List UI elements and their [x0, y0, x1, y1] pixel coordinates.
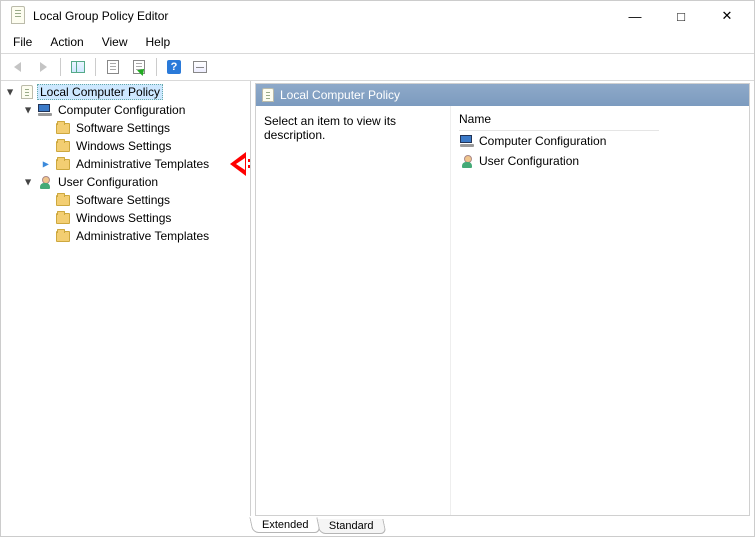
tree-label: Computer Configuration — [55, 103, 188, 117]
tree-root-local-computer-policy[interactable]: Local Computer Policy — [1, 83, 250, 101]
menu-help[interactable]: Help — [138, 33, 179, 51]
expand-toggle[interactable] — [39, 195, 53, 206]
description-text: Select an item to view its description. — [264, 114, 396, 142]
tree-cc-administrative-templates[interactable]: Administrative Templates — [37, 155, 250, 173]
list-item-label: User Configuration — [479, 154, 579, 168]
computer-icon — [459, 133, 475, 149]
export-icon — [133, 60, 145, 74]
expand-toggle[interactable] — [39, 123, 53, 134]
menu-action[interactable]: Action — [42, 33, 91, 51]
list-item-label: Computer Configuration — [479, 134, 606, 148]
tree-label: Software Settings — [73, 193, 173, 207]
filter-button[interactable] — [188, 56, 212, 78]
toolbar-separator — [156, 58, 157, 76]
tab-standard[interactable]: Standard — [317, 519, 387, 534]
list-item-user-configuration[interactable]: User Configuration — [459, 151, 741, 171]
menu-view[interactable]: View — [94, 33, 136, 51]
tree-label: Local Computer Policy — [37, 84, 163, 100]
tree-computer-configuration[interactable]: Computer Configuration — [19, 101, 250, 119]
tree-label: User Configuration — [55, 175, 161, 189]
content-title: Local Computer Policy — [280, 88, 400, 102]
folder-icon — [55, 156, 71, 172]
expand-toggle[interactable] — [21, 177, 35, 188]
forward-button — [31, 56, 55, 78]
folder-icon — [55, 192, 71, 208]
show-hide-tree-button[interactable] — [66, 56, 90, 78]
sheet-icon — [107, 60, 119, 74]
window-title: Local Group Policy Editor — [33, 9, 168, 23]
minimize-button[interactable]: — — [612, 1, 658, 31]
tab-label: Extended — [262, 519, 308, 531]
tab-label: Standard — [329, 520, 374, 532]
arrow-left-icon — [14, 62, 21, 72]
expand-toggle[interactable] — [39, 159, 53, 170]
export-list-button[interactable] — [127, 56, 151, 78]
tree-pane[interactable]: Local Computer Policy Computer Configura… — [1, 81, 251, 516]
toolbar: ? — [1, 53, 754, 81]
expand-toggle[interactable] — [39, 213, 53, 224]
content-pane: Local Computer Policy Select an item to … — [255, 83, 750, 516]
tree-panel-icon — [71, 61, 85, 73]
user-icon — [37, 174, 53, 190]
main-area: Local Computer Policy Computer Configura… — [1, 81, 754, 516]
tree-cc-software-settings[interactable]: Software Settings — [37, 119, 250, 137]
tree-cc-windows-settings[interactable]: Windows Settings — [37, 137, 250, 155]
scroll-icon — [19, 84, 35, 100]
tree-uc-administrative-templates[interactable]: Administrative Templates — [37, 227, 250, 245]
folder-icon — [55, 228, 71, 244]
tab-extended[interactable]: Extended — [249, 517, 321, 533]
arrow-right-icon — [40, 62, 47, 72]
help-button[interactable]: ? — [162, 56, 186, 78]
maximize-button[interactable]: □ — [658, 1, 704, 31]
content-header: Local Computer Policy — [256, 84, 749, 106]
column-header-name[interactable]: Name — [459, 110, 659, 131]
toolbar-separator — [60, 58, 61, 76]
expand-toggle[interactable] — [3, 87, 17, 98]
tree-label: Windows Settings — [73, 139, 174, 153]
tab-bar: Extended Standard — [1, 514, 754, 534]
tree-user-configuration[interactable]: User Configuration — [19, 173, 250, 191]
toolbar-separator — [95, 58, 96, 76]
scroll-icon — [262, 88, 274, 102]
folder-icon — [55, 120, 71, 136]
tree-uc-windows-settings[interactable]: Windows Settings — [37, 209, 250, 227]
app-icon — [11, 6, 27, 26]
close-button[interactable]: ✕ — [704, 1, 750, 31]
menu-bar: File Action View Help — [1, 31, 754, 53]
computer-icon — [37, 102, 53, 118]
menu-file[interactable]: File — [5, 33, 40, 51]
tree-label: Administrative Templates — [73, 157, 212, 171]
tree-label: Software Settings — [73, 121, 173, 135]
back-button — [5, 56, 29, 78]
filter-icon — [193, 61, 207, 73]
list-column: Name Computer Configuration User Configu… — [451, 106, 749, 515]
folder-icon — [55, 138, 71, 154]
expand-toggle[interactable] — [39, 141, 53, 152]
description-column: Select an item to view its description. — [256, 106, 451, 515]
title-bar: Local Group Policy Editor — □ ✕ — [1, 1, 754, 31]
expand-toggle[interactable] — [39, 231, 53, 242]
folder-icon — [55, 210, 71, 226]
help-icon: ? — [167, 60, 181, 74]
list-item-computer-configuration[interactable]: Computer Configuration — [459, 131, 741, 151]
tree-uc-software-settings[interactable]: Software Settings — [37, 191, 250, 209]
tree-label: Windows Settings — [73, 211, 174, 225]
properties-button[interactable] — [101, 56, 125, 78]
tree-label: Administrative Templates — [73, 229, 212, 243]
user-icon — [459, 153, 475, 169]
expand-toggle[interactable] — [21, 105, 35, 116]
